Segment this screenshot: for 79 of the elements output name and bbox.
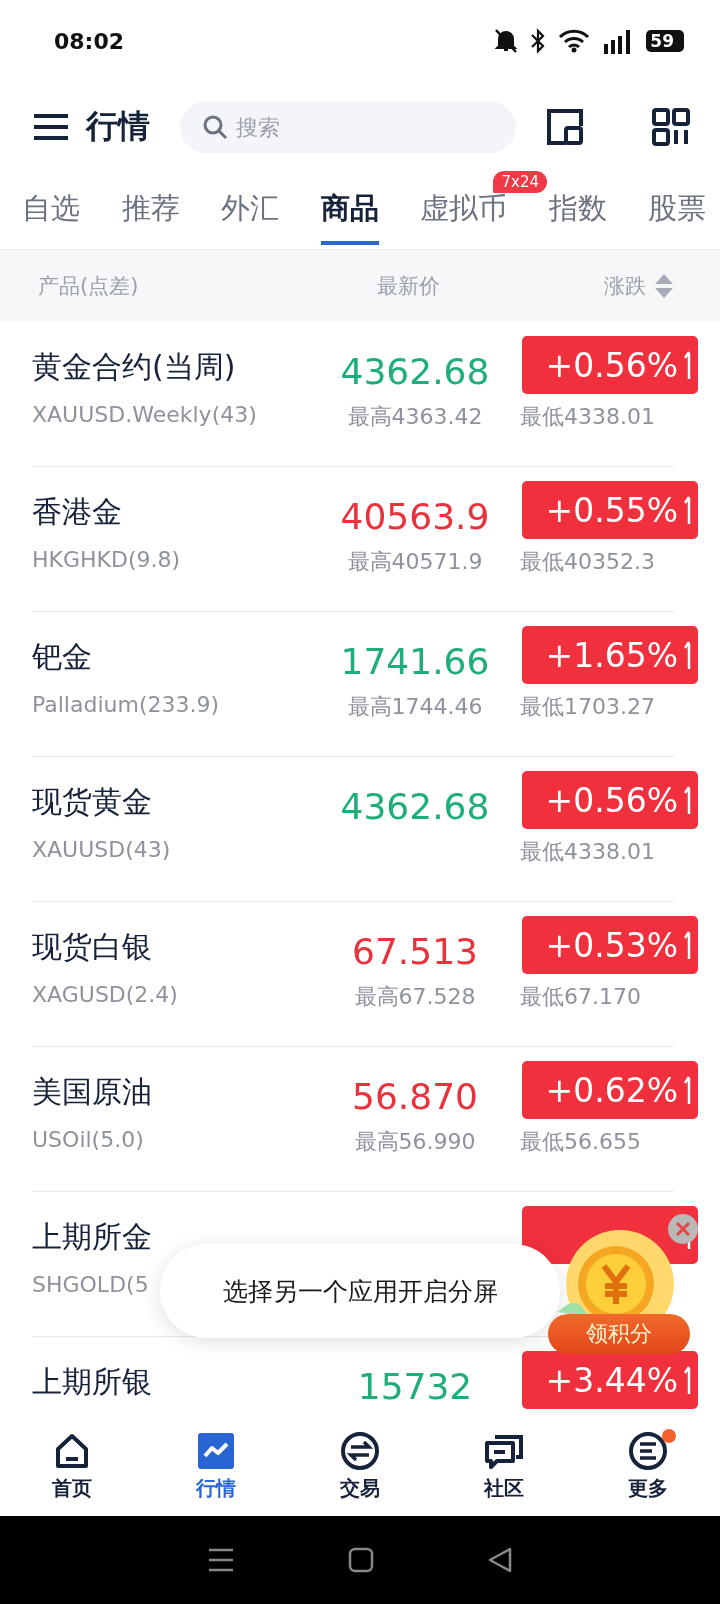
category-tab[interactable]: 外汇 — [221, 176, 279, 245]
high-price: 最高56.990 — [353, 1128, 477, 1156]
high-price: 最高4363.42 — [346, 403, 484, 431]
column-header: 产品(点差) — [38, 273, 140, 300]
latest-price: 15732 — [356, 1366, 474, 1409]
latest-price: 40563.9 — [339, 496, 491, 539]
chart-icon — [196, 1430, 236, 1471]
latest-price: 4362.68 — [339, 351, 491, 394]
menu-icon — [628, 1430, 668, 1471]
menu-icon[interactable] — [206, 1547, 235, 1573]
tab-badge: 7x24 — [493, 170, 547, 193]
category-tab[interactable]: 推荐 — [121, 176, 180, 245]
change-button[interactable]: +0.55% — [522, 481, 698, 539]
nav-item[interactable]: 社区 — [454, 1430, 554, 1502]
nav-label: 行情 — [196, 1474, 236, 1502]
product-code: USOil(5.0) — [32, 1126, 144, 1152]
nav-item[interactable]: 更多 — [598, 1430, 698, 1502]
product-code: HKGHKD(9.8) — [32, 546, 181, 572]
page-title: 行情 — [86, 106, 150, 147]
product-code: XAUUSD(43) — [32, 836, 171, 862]
product-name: 美国原油 — [32, 1073, 153, 1111]
nav-item[interactable]: 交易 — [310, 1430, 410, 1502]
bluetooth-icon — [530, 28, 547, 54]
low-price: 最低1703.27 — [519, 693, 656, 721]
latest-price: 56.870 — [351, 1076, 479, 1119]
search-field[interactable]: 搜索 — [180, 101, 516, 153]
exchange-icon — [340, 1430, 380, 1471]
high-price: 最高40571.9 — [346, 548, 484, 576]
change-button[interactable]: +3.44% — [522, 1351, 698, 1409]
menu-icon[interactable] — [34, 113, 68, 141]
high-price: 最高1744.46 — [346, 693, 484, 721]
latest-price: 4362.68 — [339, 786, 491, 829]
change-button[interactable]: +0.62% — [522, 1061, 698, 1119]
battery-level: 59 — [646, 30, 684, 52]
column-header: 最新价 — [375, 273, 441, 300]
promo-label[interactable]: 领积分 — [548, 1314, 690, 1354]
nav-label: 首页 — [52, 1474, 92, 1502]
latest-price: 67.513 — [351, 931, 479, 974]
change-button[interactable]: +0.53% — [522, 916, 698, 974]
category-tab[interactable]: 自选 — [22, 176, 80, 245]
low-price: 最低4338.01 — [519, 403, 656, 431]
split-screen-toast: 选择另一个应用开启分屏 — [160, 1244, 560, 1338]
product-name: 上期所银 — [32, 1363, 153, 1401]
nav-label: 交易 — [340, 1474, 380, 1502]
product-name: 钯金 — [32, 638, 93, 676]
column-header[interactable]: 涨跌 — [604, 272, 646, 300]
nav-item[interactable]: 行情 — [166, 1430, 266, 1502]
low-price: 最低67.170 — [519, 983, 642, 1011]
product-code: XAUUSD.Weekly(43) — [32, 401, 257, 427]
category-tab[interactable]: 指数 — [548, 176, 607, 245]
low-price: 最低4338.01 — [519, 838, 656, 866]
grid-icon[interactable] — [652, 108, 690, 146]
bell-off-icon — [494, 28, 519, 54]
low-price: 最低40352.3 — [519, 548, 656, 576]
product-name: 现货白银 — [32, 928, 153, 966]
back-icon[interactable] — [487, 1546, 514, 1574]
product-name: 上期所金 — [32, 1218, 153, 1256]
product-name: 现货黄金 — [32, 783, 153, 821]
change-button[interactable]: +0.56% — [522, 336, 698, 394]
wifi-icon — [558, 29, 591, 53]
product-code: Palladium(233.9) — [32, 691, 220, 717]
nav-label: 社区 — [484, 1474, 524, 1502]
change-button[interactable]: +1.65% — [522, 626, 698, 684]
latest-price: 1741.66 — [339, 641, 491, 684]
status-time: 08:02 — [54, 28, 125, 54]
home-icon[interactable] — [348, 1547, 374, 1573]
product-code: SHGOLD(5 — [32, 1271, 149, 1297]
window-icon[interactable] — [546, 108, 584, 146]
product-code: XAGUSD(2.4) — [32, 981, 178, 1007]
search-icon — [202, 114, 228, 140]
category-tab[interactable]: 商品 — [320, 176, 379, 245]
change-button[interactable]: +0.56% — [522, 771, 698, 829]
product-name: 香港金 — [32, 493, 123, 531]
product-name: 黄金合约(当周) — [32, 348, 237, 386]
category-tab[interactable]: 股票 — [648, 176, 706, 245]
nav-label: 更多 — [628, 1474, 668, 1502]
nav-item[interactable]: 首页 — [22, 1430, 122, 1502]
low-price: 最低56.655 — [519, 1128, 642, 1156]
high-price: 最高67.528 — [353, 983, 477, 1011]
